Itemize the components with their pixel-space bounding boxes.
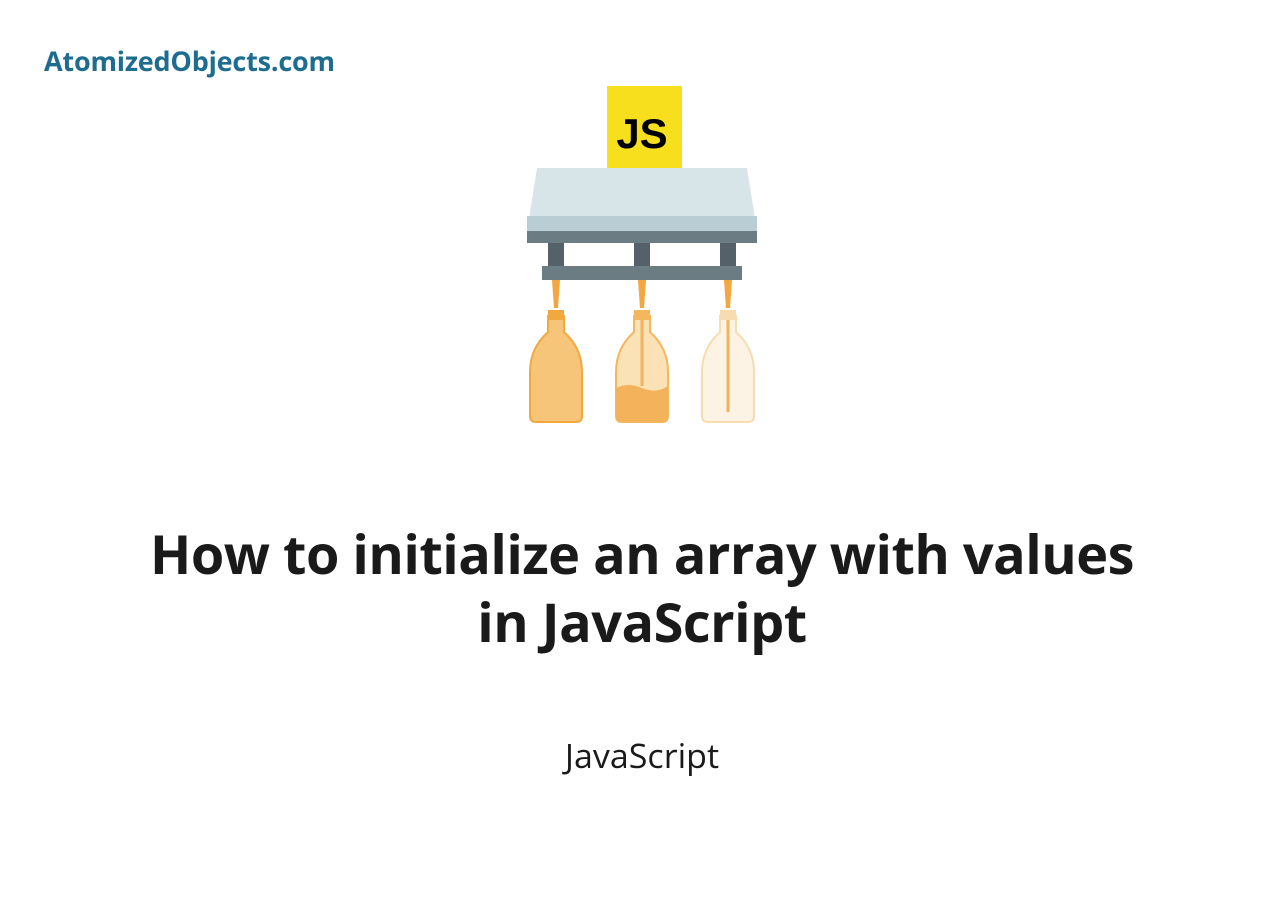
- page-root: AtomizedObjects.com JS: [0, 0, 1284, 904]
- article-category: JavaScript: [0, 732, 1284, 778]
- bottle-full-icon: [530, 310, 582, 422]
- site-name[interactable]: AtomizedObjects.com: [44, 42, 335, 79]
- bottle-empty-icon: [702, 310, 754, 422]
- bottle-half-icon: [616, 310, 668, 422]
- js-badge-text: JS: [616, 110, 667, 157]
- factory-machine-icon: JS: [502, 86, 782, 426]
- article-title: How to initialize an array with values i…: [0, 520, 1284, 655]
